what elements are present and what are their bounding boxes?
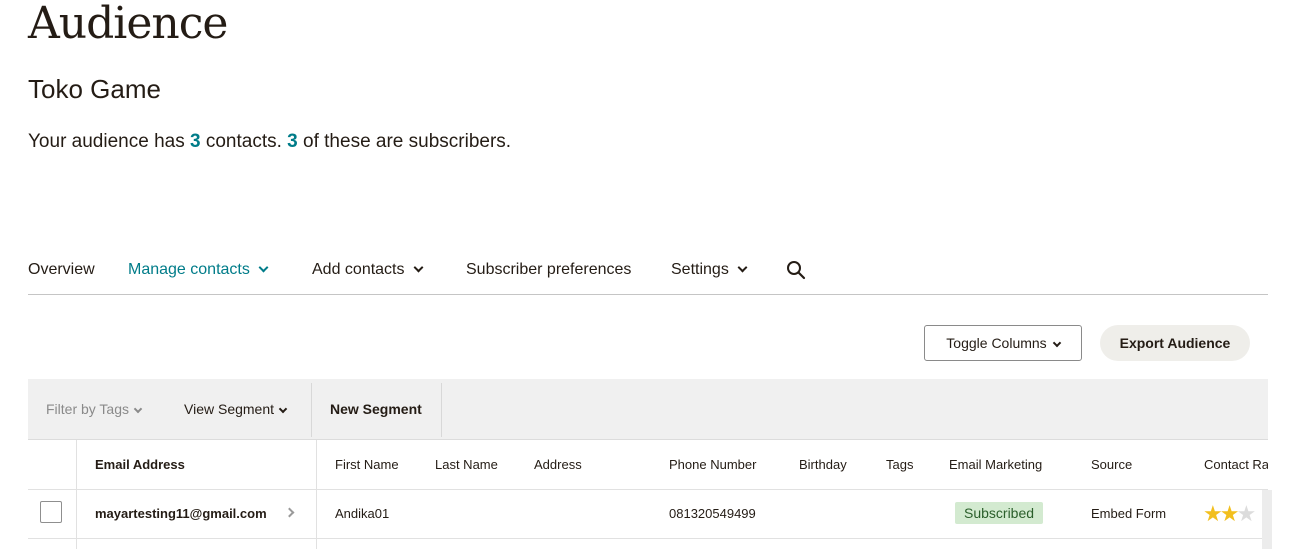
view-segment-dropdown[interactable]: View Segment: [184, 379, 288, 439]
chevron-down-icon: [413, 262, 423, 273]
column-header-email[interactable]: Email Address: [95, 440, 185, 489]
column-header-last-name[interactable]: Last Name: [435, 440, 498, 489]
audience-name: Toko Game: [28, 74, 161, 104]
nav-settings[interactable]: Settings: [671, 252, 748, 288]
toggle-columns-button[interactable]: Toggle Columns: [924, 325, 1082, 361]
nav-overview[interactable]: Overview: [28, 252, 95, 288]
search-button[interactable]: [785, 259, 807, 281]
filter-divider: [441, 383, 442, 437]
star-filled-icon: ★: [1219, 501, 1240, 526]
summary-prefix: Your audience has: [28, 131, 190, 152]
nav-subscriber-preferences[interactable]: Subscriber preferences: [466, 252, 631, 288]
contact-rating: ★★★: [1203, 489, 1256, 538]
star-empty-icon: ★: [1236, 501, 1256, 526]
column-header-first-name[interactable]: First Name: [335, 440, 399, 489]
nav-manage-contacts-label: Manage contacts: [128, 261, 250, 278]
subscribers-count: 3: [287, 131, 298, 152]
status-badge: Subscribed: [955, 502, 1044, 524]
column-header-tags[interactable]: Tags: [886, 440, 913, 489]
page-title: Audience: [28, 0, 228, 49]
column-header-source[interactable]: Source: [1091, 440, 1132, 489]
column-header-address[interactable]: Address: [534, 440, 582, 489]
table-scroll-edge: [1262, 490, 1272, 549]
audience-summary: Your audience has 3 contacts. 3 of these…: [28, 131, 511, 153]
filter-by-tags-dropdown[interactable]: Filter by Tags: [46, 379, 143, 439]
contact-first-name: Andika01: [335, 506, 390, 521]
audience-nav: Overview Manage contacts Add contacts Su…: [28, 252, 1268, 295]
contact-email[interactable]: mayartesting11@gmail.com: [95, 489, 267, 538]
nav-add-contacts-label: Add contacts: [312, 261, 405, 278]
nav-overview-label: Overview: [28, 261, 95, 278]
view-segment-label: View Segment: [184, 401, 275, 417]
export-audience-button[interactable]: Export Audience: [1100, 325, 1250, 361]
filter-divider: [311, 383, 312, 437]
column-header-phone[interactable]: Phone Number: [669, 440, 756, 489]
new-segment-label: New Segment: [330, 401, 422, 417]
chevron-down-icon: [278, 404, 288, 414]
table-row[interactable]: mayartesting11@gmail.com Andika01 081320…: [28, 489, 1268, 539]
summary-middle: contacts.: [200, 131, 288, 152]
nav-manage-contacts[interactable]: Manage contacts: [128, 252, 269, 288]
column-header-birthday[interactable]: Birthday: [799, 440, 847, 489]
contacts-count: 3: [189, 131, 201, 152]
chevron-right-icon[interactable]: [284, 507, 295, 518]
table-header-row: Email Address First Name Last Name Addre…: [28, 440, 1268, 490]
nav-subscriber-preferences-label: Subscriber preferences: [466, 261, 632, 278]
contact-phone: 081320549499: [669, 506, 756, 521]
nav-add-contacts[interactable]: Add contacts: [312, 252, 423, 288]
column-header-email-marketing[interactable]: Email Marketing: [949, 440, 1042, 489]
filter-by-tags-label: Filter by Tags: [46, 401, 129, 417]
chevron-down-icon: [1052, 338, 1061, 348]
column-header-contact-rating[interactable]: Contact Ra: [1204, 440, 1268, 489]
new-segment-button[interactable]: New Segment: [330, 379, 422, 439]
star-filled-icon: ★: [1203, 501, 1223, 526]
filter-bar: Filter by Tags View Segment New Segment: [28, 379, 1268, 440]
chevron-down-icon: [133, 404, 143, 414]
export-audience-label: Export Audience: [1119, 335, 1231, 351]
contact-source: Embed Form: [1091, 506, 1167, 521]
chevron-down-icon: [737, 262, 748, 273]
nav-settings-label: Settings: [671, 261, 729, 278]
row-checkbox[interactable]: [40, 501, 62, 523]
chevron-down-icon: [258, 262, 269, 273]
summary-suffix: of these are subscribers.: [297, 131, 512, 152]
toggle-columns-label: Toggle Columns: [946, 335, 1047, 351]
contacts-table: Email Address First Name Last Name Addre…: [28, 440, 1268, 549]
search-icon: [787, 261, 806, 280]
